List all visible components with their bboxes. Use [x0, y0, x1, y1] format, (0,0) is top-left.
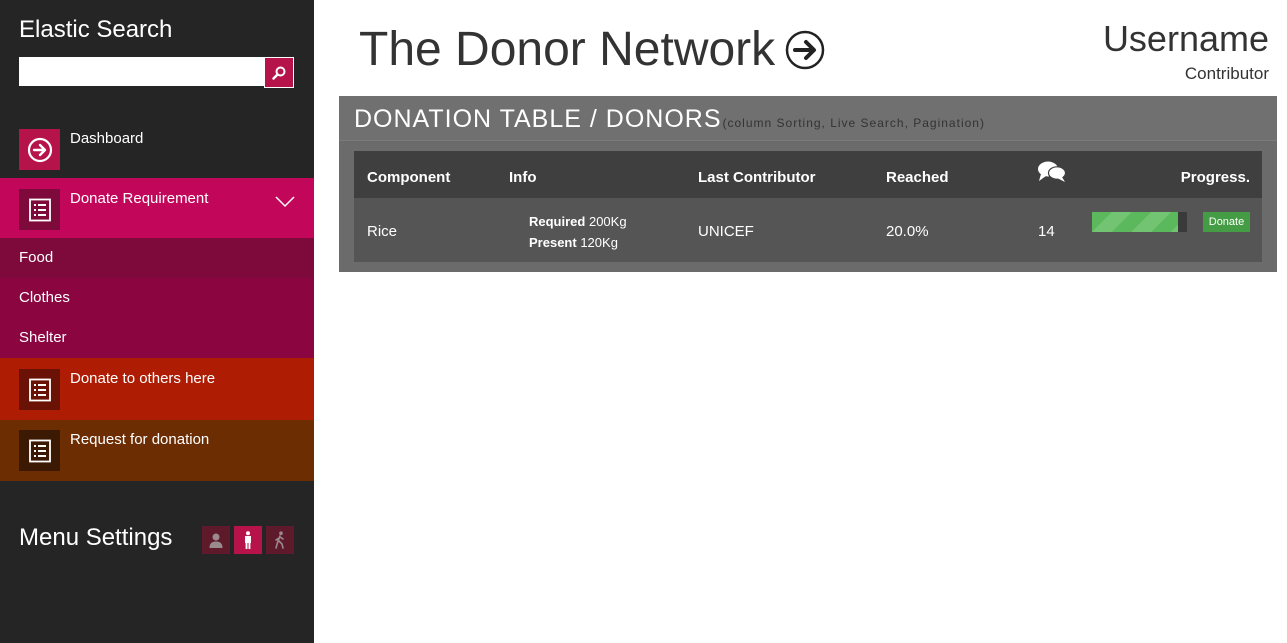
- standing-person-icon: [245, 531, 251, 549]
- page-title-text: The Donor Network: [359, 23, 776, 76]
- donation-panel: DONATION TABLE / DONORS(column Sorting, …: [339, 96, 1277, 272]
- donation-table: Component Info Last Contributor Reached …: [354, 151, 1262, 262]
- cell-component: Rice: [367, 223, 398, 240]
- table-header: Component Info Last Contributor Reached …: [354, 151, 1262, 198]
- list-icon: [19, 430, 60, 471]
- menu-settings-walking-button[interactable]: [266, 526, 294, 554]
- username[interactable]: Username: [1103, 18, 1269, 60]
- present-value: 120Kg: [580, 235, 618, 250]
- submenu-item-food[interactable]: Food: [0, 238, 314, 278]
- submenu-label: Shelter: [19, 329, 67, 346]
- search-bar: [19, 57, 294, 88]
- user-icon: [209, 533, 223, 548]
- required-label: Required: [529, 214, 586, 229]
- panel-subtitle: (column Sorting, Live Search, Pagination…: [722, 116, 985, 130]
- nav-item-dashboard[interactable]: Dashboard: [0, 118, 314, 178]
- progress-bar: [1092, 212, 1187, 232]
- menu-settings-label: Menu Settings: [19, 524, 173, 551]
- nav-item-donate-requirement[interactable]: Donate Requirement: [0, 178, 314, 238]
- cell-last-contributor: UNICEF: [698, 223, 754, 240]
- panel-header: DONATION TABLE / DONORS(column Sorting, …: [339, 96, 1277, 141]
- sidebar: Elastic Search Dashboard Donate Requirem…: [0, 0, 314, 643]
- user-role: Contributor: [1184, 64, 1269, 83]
- column-header-component[interactable]: Component: [367, 169, 450, 186]
- brand-title: Elastic Search: [19, 16, 173, 43]
- progress-bar-fill: [1092, 212, 1178, 232]
- donate-button[interactable]: Donate: [1203, 212, 1250, 232]
- menu-settings-standing-button[interactable]: [234, 526, 262, 554]
- menu-settings-user-button[interactable]: [202, 526, 230, 554]
- cell-info-required: Required 200Kg: [529, 214, 627, 229]
- submenu-label: Clothes: [19, 289, 70, 306]
- chevron-down-icon: [275, 196, 295, 208]
- cell-reached: 20.0%: [886, 223, 929, 240]
- cell-comments-count: 14: [1038, 223, 1055, 240]
- present-label: Present: [529, 235, 577, 250]
- walking-person-icon: [275, 531, 284, 549]
- column-header-progress[interactable]: Progress.: [1181, 169, 1250, 186]
- nav-item-label: Request for donation: [70, 431, 210, 448]
- submenu-item-clothes[interactable]: Clothes: [0, 278, 314, 318]
- column-header-reached[interactable]: Reached: [886, 169, 949, 186]
- list-icon: [19, 189, 60, 230]
- page-title: The Donor Network: [359, 22, 825, 77]
- arrow-circle-right-icon[interactable]: [785, 30, 825, 70]
- search-button[interactable]: [264, 57, 294, 88]
- nav-item-request-for-donation[interactable]: Request for donation: [0, 420, 314, 481]
- nav-item-label: Dashboard: [70, 130, 144, 147]
- required-value: 200Kg: [588, 214, 627, 229]
- panel-title-text: DONATION TABLE / DONORS: [354, 105, 722, 133]
- cell-info-present: Present 120Kg: [529, 235, 618, 250]
- nav-item-donate-to-others[interactable]: Donate to others here: [0, 358, 314, 420]
- arrow-circle-right-icon: [19, 129, 60, 170]
- submenu-item-shelter[interactable]: Shelter: [0, 318, 314, 358]
- comments-icon[interactable]: [1037, 160, 1067, 189]
- search-input[interactable]: [19, 57, 265, 86]
- nav-item-label: Donate Requirement: [70, 190, 209, 207]
- column-header-last-contributor[interactable]: Last Contributor: [698, 169, 816, 186]
- column-header-info[interactable]: Info: [509, 169, 537, 186]
- list-icon: [19, 369, 60, 410]
- submenu-label: Food: [19, 249, 54, 266]
- panel-title: DONATION TABLE / DONORS(column Sorting, …: [354, 105, 985, 134]
- search-icon: [272, 66, 286, 80]
- nav-item-label: Donate to others here: [70, 370, 216, 387]
